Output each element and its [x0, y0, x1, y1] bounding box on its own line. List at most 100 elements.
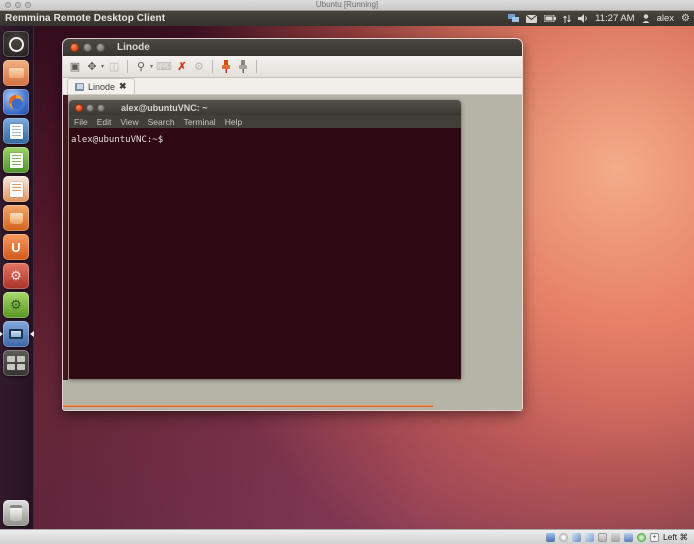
zoom-dropdown-icon[interactable]: ▾: [150, 63, 153, 70]
speaker-icon[interactable]: [578, 14, 588, 23]
active-app-title[interactable]: Remmina Remote Desktop Client: [5, 13, 165, 24]
tab-linode[interactable]: Linode ✖: [67, 78, 135, 94]
menu-terminal[interactable]: Terminal: [184, 117, 216, 127]
scaled-mode-button[interactable]: ◫: [107, 59, 121, 74]
user-icon: [642, 14, 650, 23]
remmina-toolbar: ▣ ✥ ▾ ◫ ⚲ ▾ ⌨ ✗ ⚙: [63, 56, 522, 78]
menu-edit[interactable]: Edit: [97, 117, 112, 127]
launcher-item-remmina[interactable]: [3, 321, 29, 347]
terminal-minimize-button[interactable]: [86, 104, 94, 112]
usb-icon[interactable]: [572, 533, 581, 542]
shell-prompt: alex@ubuntuVNC:~$: [71, 135, 163, 145]
trash-icon: [10, 505, 22, 521]
folder-icon: [9, 68, 24, 78]
menu-help[interactable]: Help: [225, 117, 242, 127]
terminal-maximize-button[interactable]: [97, 104, 105, 112]
harddisk-icon[interactable]: [546, 533, 555, 542]
virtualbox-statusbar: + Left ⌘: [0, 529, 694, 544]
remote-terminal-window[interactable]: alex@ubuntuVNC: ~ File Edit View Search …: [69, 100, 461, 379]
remmina-window-buttons: [70, 43, 105, 52]
vnc-viewport[interactable]: alex@ubuntuVNC: ~ File Edit View Search …: [63, 95, 522, 410]
launcher-item-trash[interactable]: [3, 500, 29, 526]
fullscreen-button[interactable]: ▣: [68, 59, 82, 74]
session-gear-icon[interactable]: ⚙: [681, 13, 690, 24]
firefox-icon: [9, 95, 23, 109]
remote-wallpaper-strip: [63, 95, 68, 380]
toolbar-separator: [256, 60, 257, 73]
ubuntu-one-icon: U: [11, 240, 20, 255]
menu-view[interactable]: View: [120, 117, 138, 127]
display-icon[interactable]: [624, 533, 633, 542]
mouse-integration-icon[interactable]: +: [650, 533, 659, 542]
terminal-window-buttons: [75, 104, 105, 112]
floppy-icon[interactable]: [598, 533, 607, 542]
launcher-item-workspace-switcher[interactable]: [3, 350, 29, 376]
menu-search[interactable]: Search: [148, 117, 175, 127]
focused-indicator-icon: [30, 331, 34, 337]
panel-indicators: 11:27 AM alex ⚙: [508, 13, 690, 24]
network-icon[interactable]: [508, 14, 519, 23]
launcher-item-home-folder[interactable]: [3, 60, 29, 86]
terminal-titlebar[interactable]: alex@ubuntuVNC: ~: [69, 100, 461, 115]
launcher-item-system-settings[interactable]: ⚙: [3, 263, 29, 289]
menu-file[interactable]: File: [74, 117, 88, 127]
writer-doc-icon: [10, 124, 23, 139]
terminal-content[interactable]: alex@ubuntuVNC:~$: [69, 128, 461, 379]
unity-launcher: U ⚙ ⚙: [0, 26, 34, 529]
cdrom-icon[interactable]: [559, 533, 568, 542]
minimize-button[interactable]: [83, 43, 92, 52]
remmina-window: Linode ▣ ✥ ▾ ◫ ⚲ ▾ ⌨ ✗ ⚙ Linode: [63, 39, 522, 410]
close-button[interactable]: [70, 43, 79, 52]
clock[interactable]: 11:27 AM: [595, 13, 634, 24]
launcher-item-remmina-wrap: [0, 321, 33, 347]
toolbar-separator: [127, 60, 128, 73]
remmina-window-title: Linode: [117, 42, 150, 53]
remmina-tabbar: Linode ✖: [63, 78, 522, 95]
launcher-item-dash-home[interactable]: [3, 31, 29, 57]
launcher-item-package-manager[interactable]: ⚙: [3, 292, 29, 318]
shared-folders-icon[interactable]: [585, 533, 594, 542]
remote-wallpaper-line-bottom: [63, 405, 433, 408]
launcher-item-firefox[interactable]: [3, 89, 29, 115]
remmina-monitor-icon: [9, 329, 23, 339]
user-menu[interactable]: alex: [657, 13, 674, 24]
disconnect-button[interactable]: [219, 59, 233, 74]
tab-close-icon[interactable]: ✖: [119, 81, 127, 92]
maximize-button[interactable]: [96, 43, 105, 52]
launcher-item-libreoffice-calc[interactable]: [3, 147, 29, 173]
terminal-menubar: File Edit View Search Terminal Help: [69, 115, 461, 128]
host-window-titlebar: Ubuntu [Running]: [0, 0, 694, 11]
host-window-title: Ubuntu [Running]: [0, 0, 694, 10]
tab-label: Linode: [88, 82, 115, 92]
remmina-titlebar[interactable]: Linode: [63, 39, 522, 56]
pin-plug-icon: [238, 60, 248, 73]
launcher-item-ubuntu-one[interactable]: U: [3, 234, 29, 260]
grab-keyboard-button[interactable]: ⌨: [156, 59, 172, 74]
calc-doc-icon: [10, 153, 23, 168]
sync-arrows-icon[interactable]: [563, 14, 571, 24]
battery-icon[interactable]: [544, 15, 556, 22]
tools-button[interactable]: ✗: [175, 59, 189, 74]
terminal-title: alex@ubuntuVNC: ~: [121, 103, 208, 113]
package-manager-icon: ⚙: [10, 297, 22, 313]
launcher-item-libreoffice-impress[interactable]: [3, 176, 29, 202]
ubuntu-top-panel: Remmina Remote Desktop Client 11:27 AM a…: [0, 11, 694, 26]
pin-tray-button[interactable]: [236, 59, 250, 74]
fit-window-button[interactable]: ✥: [85, 59, 99, 74]
impress-doc-icon: [10, 182, 23, 197]
fit-window-dropdown-icon[interactable]: ▾: [101, 63, 104, 70]
settings-button[interactable]: ⚙: [192, 59, 206, 74]
toolbar-separator: [212, 60, 213, 73]
host-key-label: Left ⌘: [663, 532, 688, 543]
plug-icon: [221, 60, 231, 73]
virtualbox-vm-screen: Ubuntu [Running] Remmina Remote Desktop …: [0, 0, 694, 544]
software-center-icon: [10, 213, 23, 224]
mail-icon[interactable]: [526, 15, 537, 23]
connection-icon: [75, 83, 84, 91]
zoom-button[interactable]: ⚲: [134, 59, 148, 74]
launcher-item-software-center[interactable]: [3, 205, 29, 231]
launcher-item-libreoffice-writer[interactable]: [3, 118, 29, 144]
features-icon[interactable]: [637, 533, 646, 542]
terminal-close-button[interactable]: [75, 104, 83, 112]
network-adapter-icon[interactable]: [611, 533, 620, 542]
